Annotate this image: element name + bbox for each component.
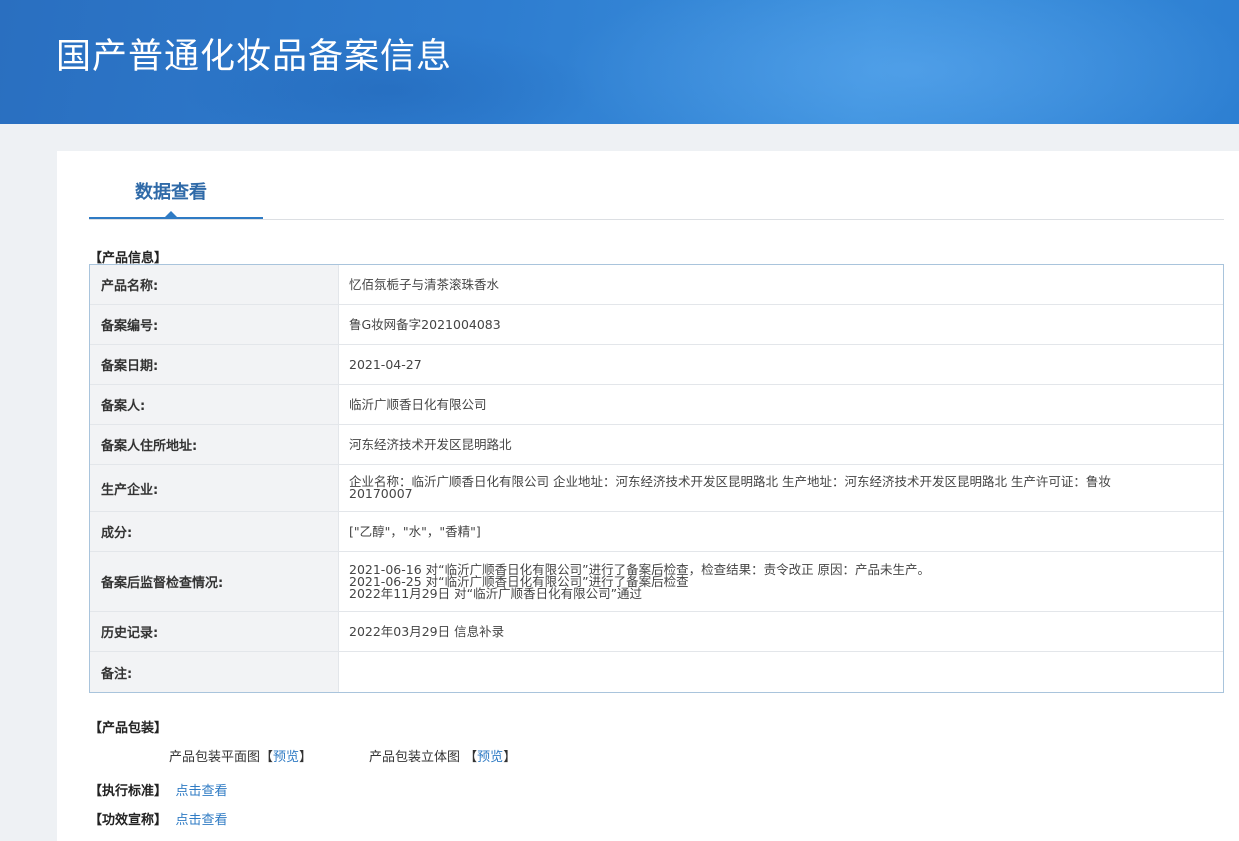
packaging-stereo-item: 产品包装立体图 【预览】 <box>369 746 516 765</box>
row-label: 成分: <box>90 512 339 551</box>
table-row-product-name: 产品名称: 忆佰氛栀子与清茶滚珠香水 <box>90 265 1223 305</box>
row-value: 企业名称：临沂广顺香日化有限公司 企业地址：河东经济技术开发区昆明路北 生产地址… <box>339 465 1223 511</box>
efficacy-section-title: 【功效宣称】 <box>89 813 168 828</box>
header-banner: 国产普通化妆品备案信息 <box>0 0 1239 124</box>
packaging-stereo-label: 产品包装立体图 <box>369 750 461 765</box>
table-row-filer-address: 备案人住所地址: 河东经济技术开发区昆明路北 <box>90 425 1223 465</box>
efficacy-section: 【功效宣称】 点击查看 <box>89 809 228 828</box>
table-row-filing-number: 备案编号: 鲁G妆网备字2021004083 <box>90 305 1223 345</box>
table-row-filing-date: 备案日期: 2021-04-27 <box>90 345 1223 385</box>
table-row-filer: 备案人: 临沂广顺香日化有限公司 <box>90 385 1223 425</box>
table-row-history: 历史记录: 2022年03月29日 信息补录 <box>90 612 1223 652</box>
product-info-table: 产品名称: 忆佰氛栀子与清茶滚珠香水 备案编号: 鲁G妆网备字202100408… <box>89 264 1224 693</box>
table-row-remarks: 备注: <box>90 652 1223 692</box>
row-label: 历史记录: <box>90 612 339 651</box>
tab-bar: 数据查看 <box>89 151 1224 220</box>
inspection-line: 2022年11月29日 对“临沂广顺香日化有限公司”通过 <box>349 585 643 601</box>
row-label: 备案人住所地址: <box>90 425 339 464</box>
bracket: 【 <box>464 750 478 765</box>
standard-section: 【执行标准】 点击查看 <box>89 780 228 799</box>
row-value: 2022年03月29日 信息补录 <box>349 623 505 639</box>
table-row-manufacturer: 生产企业: 企业名称：临沂广顺香日化有限公司 企业地址：河东经济技术开发区昆明路… <box>90 465 1223 512</box>
row-value: 鲁G妆网备字2021004083 <box>349 316 501 332</box>
table-row-ingredients: 成分: ["乙醇"，"水"，"香精"] <box>90 512 1223 552</box>
row-label: 备案后监督检查情况: <box>90 552 339 611</box>
content-panel: 数据查看 【产品信息】 产品名称: 忆佰氛栀子与清茶滚珠香水 备案编号: 鲁G妆… <box>57 151 1239 841</box>
row-label: 备案编号: <box>90 305 339 344</box>
packaging-section-title: 【产品包装】 <box>89 721 168 736</box>
page-title: 国产普通化妆品备案信息 <box>56 37 453 77</box>
bracket: 】 <box>503 750 517 765</box>
packaging-flat-label: 产品包装平面图 <box>169 750 261 765</box>
row-value <box>339 652 1223 692</box>
preview-flat-link[interactable]: 预览 <box>273 750 299 765</box>
tab-indicator-caret <box>165 211 177 217</box>
packaging-flat-item: 产品包装平面图【预览】 <box>169 746 312 765</box>
row-value: 临沂广顺香日化有限公司 <box>349 396 487 412</box>
row-value: 2021-04-27 <box>349 356 422 372</box>
row-label: 产品名称: <box>90 265 339 304</box>
tab-data-view[interactable]: 数据查看 <box>89 151 263 219</box>
banner-decoration <box>560 0 1239 124</box>
row-value: ["乙醇"，"水"，"香精"] <box>349 523 481 539</box>
row-label: 备案人: <box>90 385 339 424</box>
row-value: 2021-06-16 对“临沂广顺香日化有限公司”进行了备案后检查，检查结果：责… <box>339 552 1223 611</box>
bracket: 】 <box>299 750 313 765</box>
manufacturer-line: 企业名称：临沂广顺香日化有限公司 企业地址：河东经济技术开发区昆明路北 生产地址… <box>349 474 1111 489</box>
manufacturer-line: 20170007 <box>349 486 413 501</box>
row-value: 忆佰氛栀子与清茶滚珠香水 <box>349 276 500 292</box>
bracket: 【 <box>260 750 274 765</box>
standard-section-title: 【执行标准】 <box>89 784 168 799</box>
tab-label: 数据查看 <box>135 182 207 203</box>
table-row-inspection: 备案后监督检查情况: 2021-06-16 对“临沂广顺香日化有限公司”进行了备… <box>90 552 1223 612</box>
row-value: 河东经济技术开发区昆明路北 <box>349 436 512 452</box>
efficacy-view-link[interactable]: 点击查看 <box>176 813 228 828</box>
standard-view-link[interactable]: 点击查看 <box>176 784 228 799</box>
row-label: 备注: <box>90 652 339 692</box>
row-label: 备案日期: <box>90 345 339 384</box>
row-label: 生产企业: <box>90 465 339 511</box>
preview-stereo-link[interactable]: 预览 <box>477 750 503 765</box>
